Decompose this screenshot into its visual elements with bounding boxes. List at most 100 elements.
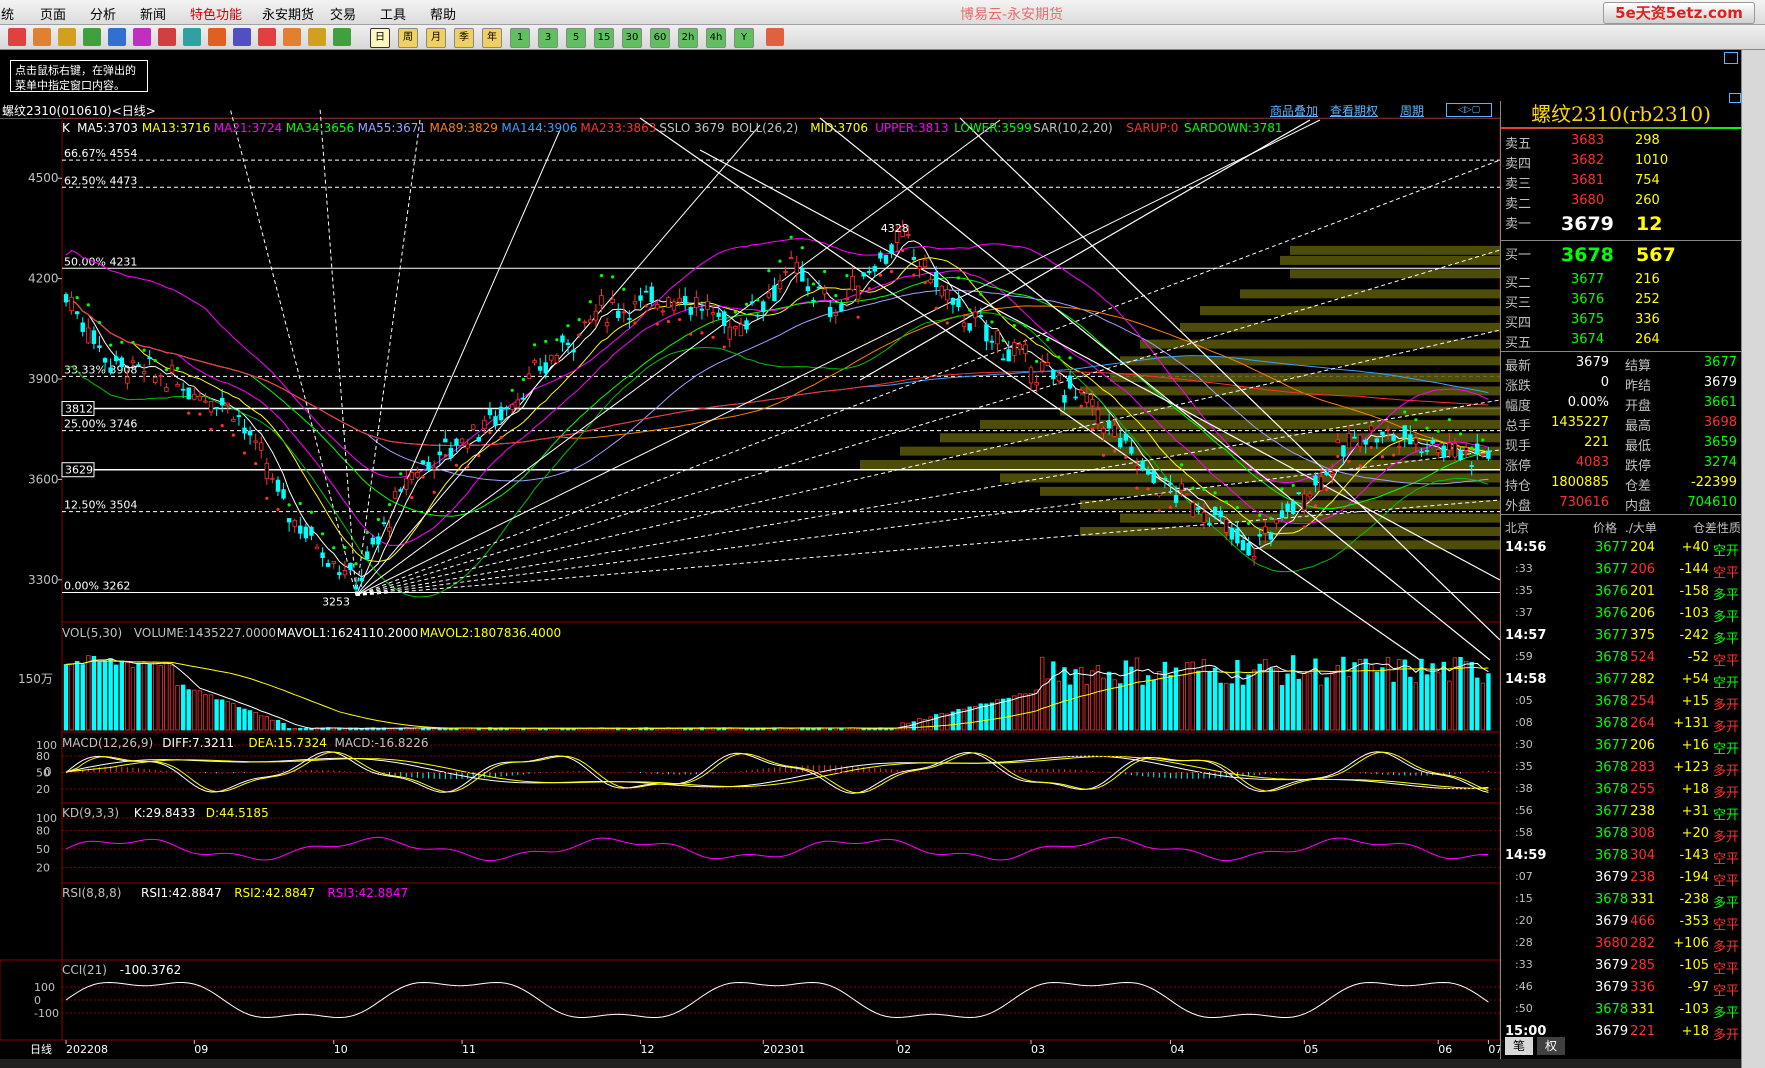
tick-time: :50 [1515,1002,1533,1015]
volume-bar [1352,662,1357,731]
candle [705,301,710,310]
volume-bar [147,663,152,731]
tick-price: 3677 [1595,672,1629,687]
panel-maximize-icon[interactable] [1729,93,1741,103]
candle [1045,362,1050,366]
bid-row[interactable]: 买四 3675 336 [1501,310,1741,331]
candle [180,388,186,391]
candle [593,310,599,321]
vol-axis-label: 150万 [18,672,53,686]
bid-volume: 336 [1635,312,1660,327]
sar-dot [700,331,704,335]
bid-row[interactable]: 买五 3674 264 [1501,330,1741,351]
ask-row[interactable]: 卖三 3681 754 [1501,171,1741,192]
price-tick-2: 3900 [28,372,59,386]
bid-row[interactable]: 买二 3677 216 [1501,270,1741,291]
quote-tab-1[interactable]: 权 [1537,1037,1565,1055]
candle [1224,519,1229,533]
sar-dot [811,282,816,286]
sar-dot [265,496,269,500]
main-legend-3: MA21:3724 [213,121,283,135]
ask-row[interactable]: 卖一 3679 12 [1501,211,1741,237]
bid-row[interactable]: 买一 3678 567 [1501,242,1741,268]
macd-title-3: MACD:-16.8226 [334,736,429,750]
main-legend-13: LOWER:3599 [954,121,1032,135]
volume-bar [911,721,917,731]
sar-dot [845,274,849,278]
candle [989,340,995,343]
high-annotation: 4328 [881,222,909,235]
volume-bar [1380,667,1385,731]
tick-row: :20 3679 466 -353 空平 [1501,911,1741,933]
tick-nature: 空开 [1713,544,1740,559]
ask-row[interactable]: 卖二 3680 260 [1501,191,1741,212]
tick-price: 3678 [1595,760,1629,775]
tick-time: :35 [1515,760,1533,773]
ask-row[interactable]: 卖四 3682 1010 [1501,151,1741,172]
candle [1246,542,1251,556]
tick-oi-change: +123 [1673,760,1709,775]
candle [967,323,972,331]
volume-bar [1447,680,1452,731]
tick-row: :08 3678 264 +131 多开 [1501,713,1741,735]
candle [1469,465,1474,467]
volume-bar [571,728,576,731]
tick-time: 14:57 [1505,628,1547,643]
stat-value: 0 [1600,375,1609,390]
volume-bar [1129,666,1134,731]
sar-dot [1470,446,1474,450]
candle [91,330,97,344]
sar-dot [499,435,503,440]
sar-dot [1146,487,1150,491]
volume-bar [917,718,922,731]
sar-dot [1068,356,1072,360]
stat-label-2: 最低 [1625,439,1652,454]
right-rail[interactable] [1741,50,1765,1068]
stat-label: 涨停 [1505,459,1532,474]
stat-row: 涨停 4083 跌停 3274 [1501,453,1741,474]
volume-bar [275,719,281,731]
tick-row: :05 3678 254 +15 多开 [1501,691,1741,713]
candle [772,285,777,302]
maximize-icon[interactable] [1724,52,1738,64]
volume-bar [1441,661,1446,731]
stat-value-2: 3659 [1703,435,1737,450]
candle [961,322,967,327]
stat-label-2: 内盘 [1625,499,1652,514]
candle [945,289,950,301]
sar-dot [410,496,414,500]
sar-dot [1347,459,1351,463]
chart-canvas[interactable]: 4500 4200 3900 3600 3300 66.67% 4554 62.50% 44… [0,0,1500,1059]
sar-dot [1425,426,1429,430]
bid-row[interactable]: 买三 3676 252 [1501,290,1741,311]
candle [1396,445,1402,448]
volume-bar [604,728,610,731]
candle [1318,476,1324,491]
candle [370,537,375,545]
candle [114,356,119,362]
tick-nature: 空平 [1713,874,1740,889]
tick-price: 3677 [1595,562,1629,577]
ask-row[interactable]: 卖五 3683 298 [1501,131,1741,152]
sar-dot [198,412,202,416]
bid-price: 3675 [1571,312,1605,327]
candle [749,301,755,304]
volume-bar [1056,680,1062,731]
volume-bar [995,699,1000,731]
volume-bar [1279,684,1285,731]
volume-bar [1212,667,1218,731]
sar-dot [1369,445,1373,450]
ask-price: 3679 [1561,213,1614,235]
quote-tab-0[interactable]: 笔 [1505,1037,1533,1055]
ask-price: 3682 [1571,153,1605,168]
tick-time: :46 [1515,980,1533,993]
sar-dot [744,302,749,306]
candle [1296,492,1301,495]
candle [376,536,381,545]
sar-dot [990,320,994,324]
candle [1436,449,1441,453]
volume-bar [1045,678,1050,731]
main-legend-1: MA5:3703 [77,121,138,135]
candle [331,560,336,564]
tick-oi-change: +16 [1681,738,1709,753]
